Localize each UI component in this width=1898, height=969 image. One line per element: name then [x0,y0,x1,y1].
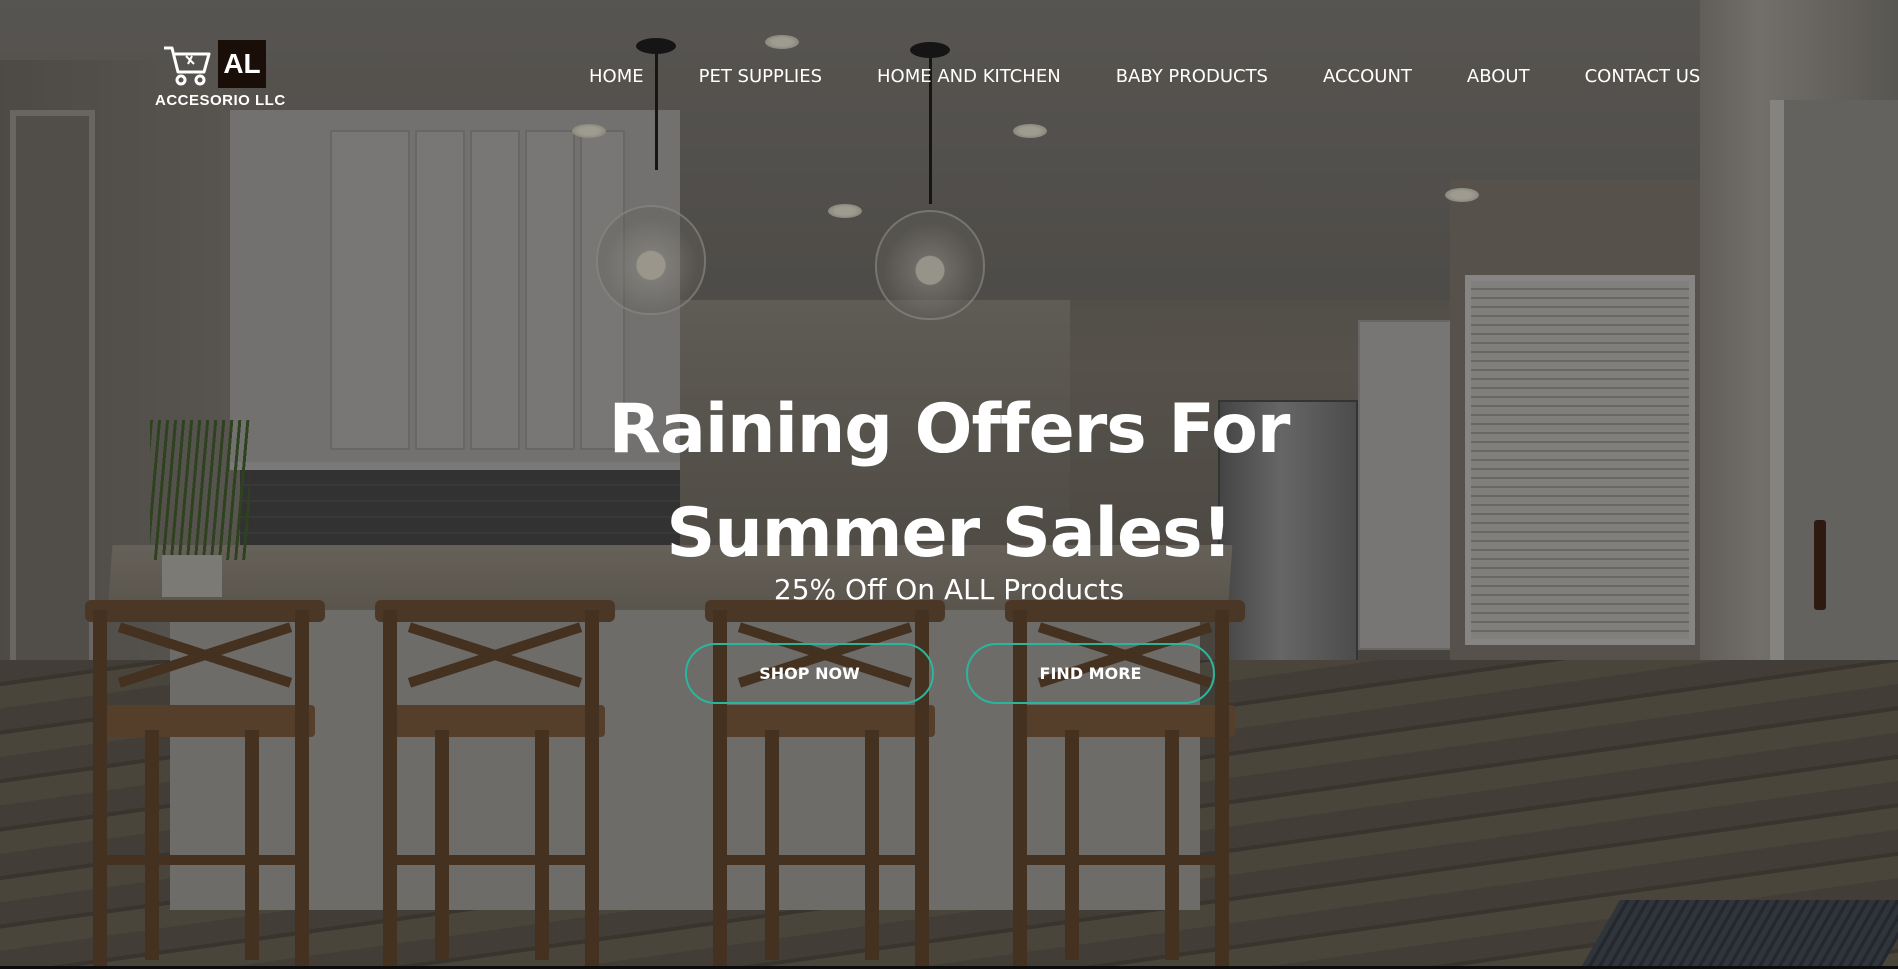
nav-pet-supplies[interactable]: PET SUPPLIES [699,66,822,87]
nav-contact-us[interactable]: CONTACT US [1585,66,1701,87]
find-more-button[interactable]: FIND MORE [966,643,1215,704]
hero-title-line-1: Raining Offers For [608,390,1291,469]
main-nav: HOME PET SUPPLIES HOME AND KITCHEN BABY … [589,66,1700,87]
brand-name: ACCESORIO LLC [155,92,286,109]
nav-account[interactable]: ACCOUNT [1323,66,1412,87]
hero-subtitle: 25% Off On ALL Products [773,573,1125,606]
nav-baby-products[interactable]: BABY PRODUCTS [1116,66,1268,87]
site-logo[interactable]: AL ACCESORIO LLC [150,40,290,112]
shopping-cart-icon [164,46,211,86]
nav-home[interactable]: HOME [589,66,644,87]
shop-now-button[interactable]: SHOP NOW [685,643,934,704]
nav-home-and-kitchen[interactable]: HOME AND KITCHEN [877,66,1061,87]
hero-title-line-2: Summer Sales! [666,494,1232,573]
nav-about[interactable]: ABOUT [1467,66,1530,87]
hero-title: Raining Offers For Summer Sales! [0,378,1898,586]
logo-mark: AL [218,40,266,88]
